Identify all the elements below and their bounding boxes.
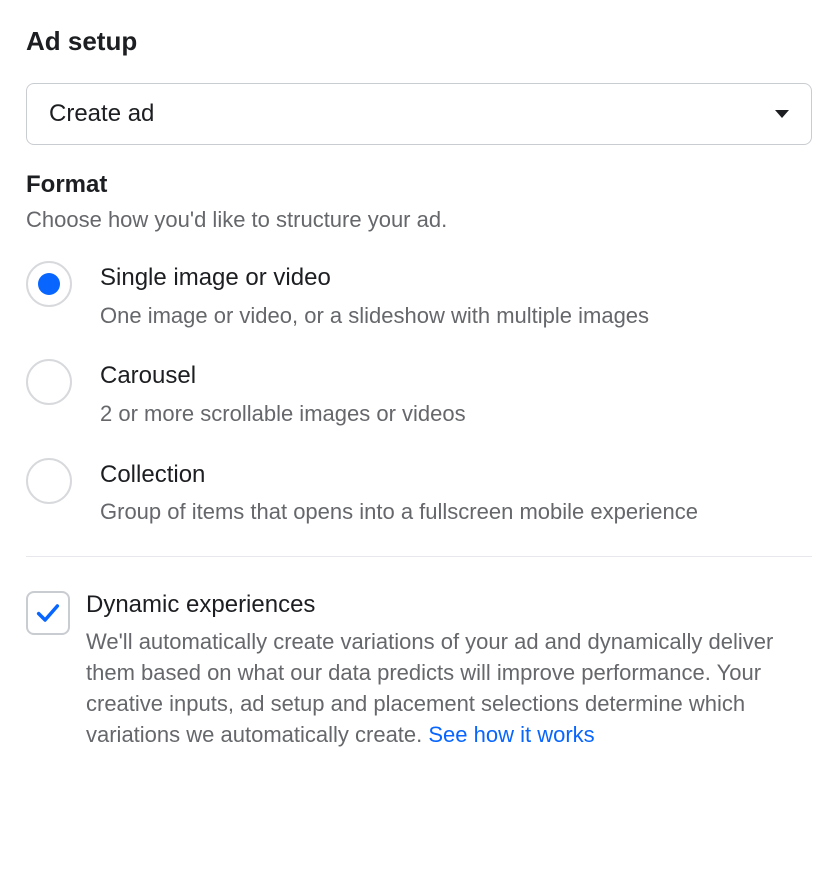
dynamic-experiences-checkbox[interactable] [26,591,70,635]
format-title: Format [26,171,812,199]
radio-collection[interactable] [26,458,72,504]
format-option-carousel[interactable]: Carousel 2 or more scrollable images or … [26,359,812,429]
dynamic-title: Dynamic experiences [86,591,812,619]
option-desc: 2 or more scrollable images or videos [100,399,466,430]
option-desc: One image or video, or a slideshow with … [100,301,649,332]
format-description: Choose how you'd like to structure your … [26,207,812,233]
divider [26,556,812,557]
section-title: Ad setup [26,26,812,57]
option-title: Collection [100,458,698,492]
see-how-link[interactable]: See how it works [428,722,594,747]
option-title: Carousel [100,359,466,393]
dropdown-label: Create ad [49,100,154,128]
check-icon [34,599,62,627]
dynamic-experiences-row: Dynamic experiences We'll automatically … [26,591,812,750]
option-title: Single image or video [100,261,649,295]
radio-carousel[interactable] [26,359,72,405]
dynamic-desc: We'll automatically create variations of… [86,627,812,750]
radio-single[interactable] [26,261,72,307]
option-desc: Group of items that opens into a fullscr… [100,497,698,528]
caret-down-icon [775,110,789,118]
format-option-collection[interactable]: Collection Group of items that opens int… [26,458,812,528]
format-option-single[interactable]: Single image or video One image or video… [26,261,812,331]
create-ad-dropdown[interactable]: Create ad [26,83,812,145]
